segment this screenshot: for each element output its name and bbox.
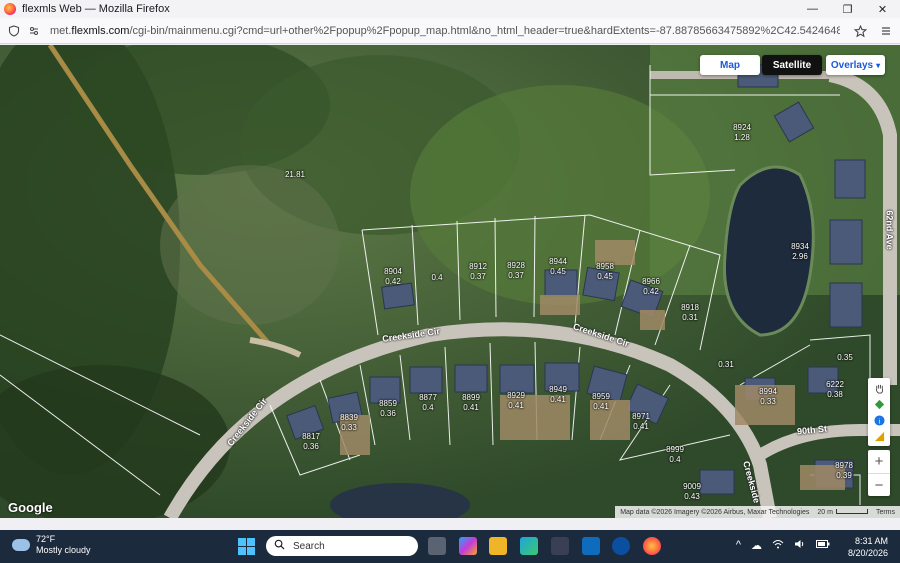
battery-icon[interactable] [816, 539, 830, 552]
edge-icon[interactable] [520, 537, 538, 555]
close-button[interactable]: ✕ [865, 0, 900, 18]
lot-label[interactable]: 8934 2.96 [791, 242, 809, 262]
chevron-down-icon: ▾ [876, 60, 881, 70]
taskbar-search[interactable]: Search [266, 536, 418, 556]
zoom-in-button[interactable]: + [868, 450, 890, 473]
lot-label[interactable]: 21.81 [285, 170, 305, 180]
bookmark-star-icon[interactable] [850, 21, 870, 41]
measure-icon[interactable] [871, 428, 887, 444]
street-label-62nd-ave: 62nd Ave [884, 210, 895, 250]
windows-logo-tile [247, 538, 255, 546]
lot-label[interactable]: 8944 0.45 [549, 257, 567, 277]
zoom-control: + − [868, 450, 890, 496]
search-icon [274, 539, 285, 553]
volume-icon[interactable] [794, 539, 806, 552]
windows-logo-tile [247, 547, 255, 555]
dell-icon[interactable] [612, 537, 630, 555]
taskbar-clock[interactable]: 8:31 AM 8/20/2026 [848, 535, 888, 559]
permissions-icon[interactable] [24, 21, 44, 41]
firefox-taskbar-icon[interactable] [643, 537, 661, 555]
map-tools: i [868, 378, 890, 446]
weather-condition: Mostly cloudy [36, 545, 91, 555]
overlays-dropdown[interactable]: Overlays ▾ [826, 55, 885, 75]
windows-logo-tile [238, 538, 246, 546]
map-data-attribution[interactable]: Map data ©2026 Imagery ©2026 Airbus, Max… [620, 509, 809, 516]
search-placeholder: Search [293, 540, 325, 552]
window-titlebar: flexmls Web — Mozilla Firefox — ❐ ✕ [0, 0, 900, 18]
lot-label[interactable]: 8899 0.41 [462, 393, 480, 413]
draw-shape-icon[interactable] [871, 396, 887, 412]
map-type-map-button[interactable]: Map [700, 55, 760, 75]
lot-label[interactable]: 8966 0.42 [642, 277, 660, 297]
partly-cloudy-icon [9, 535, 30, 551]
clock-date: 8/20/2026 [847, 548, 888, 558]
overlays-label: Overlays [830, 59, 874, 71]
shield-icon[interactable] [4, 21, 24, 41]
lot-label[interactable]: 8839 0.33 [340, 413, 358, 433]
url-prefix: met. [50, 24, 72, 37]
lot-label[interactable]: 8994 0.33 [759, 387, 777, 407]
lot-label[interactable]: 8949 0.41 [549, 385, 567, 405]
weather-widget[interactable]: 72°F Mostly cloudy [9, 534, 91, 556]
outlook-icon[interactable] [582, 537, 600, 555]
google-logo[interactable]: Google [8, 500, 53, 515]
windows-logo-tile [238, 547, 246, 555]
lot-label[interactable]: 0.35 [837, 353, 853, 363]
minimize-button[interactable]: — [795, 0, 830, 18]
lot-label[interactable]: 8978 0.39 [835, 461, 853, 481]
url-text[interactable]: met.flexmls.com/cgi-bin/mainmenu.cgi?cmd… [50, 25, 840, 37]
copilot-icon[interactable] [459, 537, 477, 555]
lot-label[interactable]: 0.4 [431, 273, 442, 283]
lot-label[interactable]: 8929 0.41 [507, 391, 525, 411]
lot-label[interactable]: 8859 0.36 [379, 399, 397, 419]
scale-bar-graphic [835, 508, 868, 514]
lot-label[interactable]: 8912 0.37 [469, 262, 487, 282]
map-type-satellite-button[interactable]: Satellite [762, 55, 822, 75]
lot-label[interactable]: 8958 0.45 [596, 262, 614, 282]
lot-label[interactable]: 8817 0.36 [302, 432, 320, 452]
lot-label[interactable]: 8904 0.42 [384, 267, 402, 287]
clock-time: 8:31 AM [854, 536, 888, 546]
lot-label[interactable]: 8959 0.41 [592, 392, 610, 412]
file-explorer-icon[interactable] [489, 537, 507, 555]
aerial-imagery [0, 45, 900, 518]
lot-label[interactable]: 9009 0.43 [683, 482, 701, 502]
info-icon[interactable]: i [871, 412, 887, 428]
hand-pan-icon[interactable] [871, 380, 887, 396]
svg-text:i: i [878, 416, 880, 425]
lot-label[interactable]: 8918 0.31 [681, 303, 699, 323]
microsoft-store-icon[interactable] [551, 537, 569, 555]
chevron-up-icon[interactable]: ^ [736, 539, 741, 552]
lot-label[interactable]: 6222 0.38 [826, 380, 844, 400]
terms-link[interactable]: Terms [876, 509, 895, 516]
system-tray: ^ ☁ [736, 539, 830, 552]
scale-bar[interactable]: 20 m [817, 508, 868, 516]
lot-label[interactable]: 8999 0.4 [666, 445, 684, 465]
menu-icon[interactable] [876, 21, 896, 41]
taskbar: 72°F Mostly cloudy Search ^ ☁ 8:31 AM 8/… [0, 530, 900, 563]
weather-temperature: 72°F [36, 534, 56, 544]
cloud-sync-icon[interactable]: ☁ [751, 539, 762, 552]
task-view-icon[interactable] [428, 537, 446, 555]
url-bar[interactable]: met.flexmls.com/cgi-bin/mainmenu.cgi?cmd… [0, 18, 900, 44]
lot-label[interactable]: 8928 0.37 [507, 261, 525, 281]
map-attribution: Map data ©2026 Imagery ©2026 Airbus, Max… [615, 506, 900, 518]
zoom-out-button[interactable]: − [868, 473, 890, 496]
window-title: flexmls Web — Mozilla Firefox [22, 3, 170, 15]
lot-label[interactable]: 8971 0.41 [632, 412, 650, 432]
lot-label[interactable]: 8924 1.28 [733, 123, 751, 143]
wifi-icon[interactable] [772, 539, 784, 552]
satellite-map[interactable]: Creekside Cir Creekside Cir Creekside Ci… [0, 45, 900, 518]
firefox-logo-icon [4, 3, 16, 15]
url-path: /cgi-bin/mainmenu.cgi?cmd=url+other%2Fpo… [129, 24, 840, 37]
restore-button[interactable]: ❐ [830, 0, 865, 18]
start-button[interactable] [238, 538, 255, 555]
lot-label[interactable]: 0.31 [718, 360, 734, 370]
url-domain: flexmls.com [71, 24, 130, 37]
lot-label[interactable]: 8877 0.4 [419, 393, 437, 413]
